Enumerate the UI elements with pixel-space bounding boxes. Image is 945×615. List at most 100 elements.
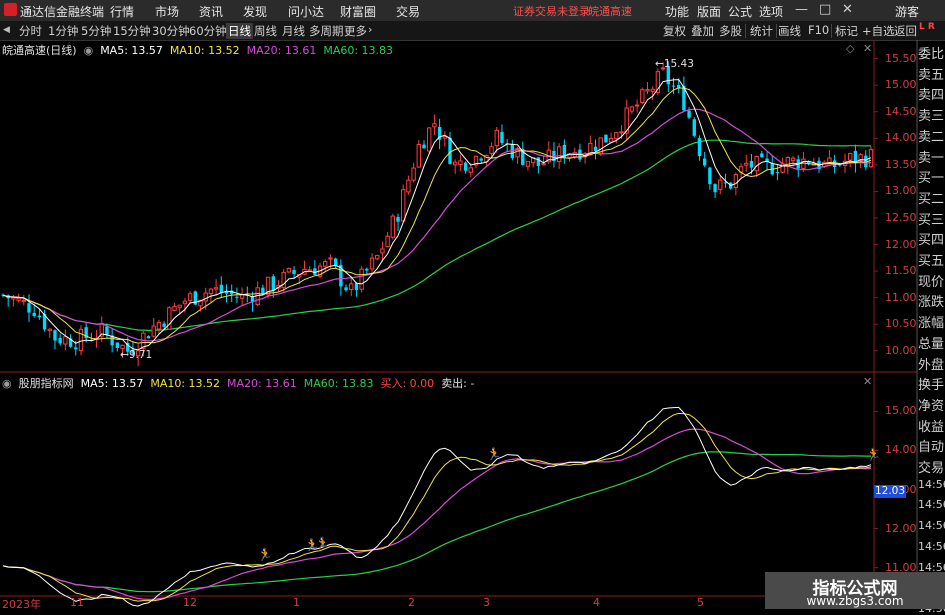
- buy-signal-icon: 🏃: [315, 537, 330, 551]
- sidebar-item: 委比: [918, 47, 945, 62]
- candle-body: [608, 138, 614, 143]
- candle-body: [479, 158, 483, 161]
- candle-body: [468, 167, 473, 173]
- sidebar-item[interactable]: 交易: [918, 457, 945, 476]
- buy-signal-icon: 🏃: [866, 447, 881, 461]
- candle-body: [27, 303, 31, 313]
- date-tick-label: 4: [593, 596, 600, 609]
- watermark-url: www.zbgs3.com: [806, 594, 904, 608]
- candle-body: [182, 300, 188, 305]
- candle-body: [187, 293, 193, 301]
- sidebar-item: 买五: [918, 254, 945, 269]
- candle-body: [354, 283, 359, 290]
- candle-body: [848, 153, 853, 161]
- sidebar-item: 涨跌: [918, 295, 945, 311]
- candle-body: [801, 158, 806, 169]
- candle-body: [58, 338, 62, 344]
- candle-body: [11, 297, 16, 300]
- candle-body: [401, 189, 406, 222]
- candle-body: [427, 127, 432, 152]
- sidebar-item: 买三: [918, 212, 945, 228]
- candle-body: [146, 336, 151, 339]
- candle-body: [645, 89, 650, 92]
- ind-ma10-line: [2, 412, 872, 602]
- candle-body: [411, 167, 416, 181]
- candle-body: [235, 296, 239, 298]
- candle-body: [213, 287, 219, 290]
- sidebar-item: 外盘: [918, 357, 945, 373]
- candle-body: [676, 85, 681, 88]
- candle-body: [177, 304, 182, 308]
- candle-body: [614, 132, 619, 140]
- candle-body: [21, 299, 26, 302]
- candle-body: [172, 306, 177, 311]
- candle-body: [432, 123, 437, 128]
- sidebar-item[interactable]: 自动: [918, 436, 945, 455]
- low-price-label: ←9.71: [120, 349, 153, 361]
- candle-body: [604, 134, 608, 143]
- candle-body: [203, 292, 208, 302]
- sidebar-item: 14:56: [918, 477, 945, 491]
- candle-body: [292, 270, 296, 275]
- date-tick-label: 2: [408, 596, 415, 609]
- sidebar-item: 收益: [918, 419, 945, 435]
- candle-body: [629, 106, 635, 112]
- candle-body: [458, 160, 463, 165]
- date-tick-label: 1: [293, 596, 300, 609]
- candle-body: [396, 217, 400, 222]
- watermark-banner: 指标公式网 www.zbgs3.com: [765, 572, 945, 609]
- date-tick-label: 11: [70, 596, 84, 609]
- candle-body: [494, 129, 499, 147]
- candle-body: [733, 173, 739, 189]
- candle-body: [162, 323, 166, 327]
- candle-body: [634, 104, 640, 107]
- candle-body: [718, 179, 723, 190]
- candle-body: [37, 315, 42, 318]
- sidebar-item: 买四: [918, 233, 945, 249]
- ind-ma5-line: [2, 406, 872, 607]
- candle-body: [760, 153, 764, 158]
- price-tick-label: 14.00: [885, 131, 917, 145]
- indicator-tick-label: 12.00: [885, 521, 917, 535]
- sidebar-item: 卖三: [918, 109, 945, 125]
- date-tick-label: 3: [483, 596, 490, 609]
- candle-body: [422, 144, 426, 149]
- sidebar-item: 净资: [918, 398, 945, 414]
- date-tick-label: 2023年: [2, 598, 41, 611]
- ind-ma60-line: [2, 451, 871, 593]
- candle-body: [650, 88, 655, 92]
- candle-body: [224, 291, 229, 294]
- candle-body: [448, 137, 452, 164]
- candle-body: [380, 248, 385, 254]
- candle-body: [754, 156, 759, 172]
- candle-body: [406, 179, 411, 193]
- candle-body: [53, 330, 57, 341]
- sidebar-item: 14:56: [918, 519, 945, 533]
- candle-body: [713, 184, 717, 193]
- candle-body: [328, 257, 333, 260]
- candle-body: [463, 162, 468, 171]
- candle-body: [16, 297, 21, 301]
- price-tick-label: 11.50: [885, 264, 917, 278]
- ma20-line: [2, 108, 872, 342]
- buy-signal-icon: 🏃: [487, 447, 502, 461]
- sidebar-item: 14:56: [918, 498, 945, 512]
- buy-signal-icon: 🏃: [258, 547, 273, 561]
- ma10-line: [2, 87, 872, 344]
- ma5-line: [2, 79, 872, 351]
- candle-body: [105, 326, 109, 335]
- candle-body: [390, 215, 396, 238]
- kline-chart[interactable]: 🏃🏃🏃🏃 🏃: [0, 0, 945, 609]
- date-tick-label: 5: [697, 596, 704, 609]
- candle-body: [556, 146, 562, 162]
- price-tick-label: 10.50: [885, 317, 917, 331]
- candle-body: [32, 312, 36, 316]
- candle-body: [708, 167, 712, 185]
- indicator-tick-label: 15.00: [885, 404, 917, 418]
- candle-body: [78, 328, 84, 351]
- candle-body: [525, 161, 531, 167]
- price-tick-label: 12.00: [885, 237, 917, 251]
- candle-body: [541, 163, 546, 166]
- candle-body: [156, 322, 162, 330]
- candle-body: [702, 158, 707, 166]
